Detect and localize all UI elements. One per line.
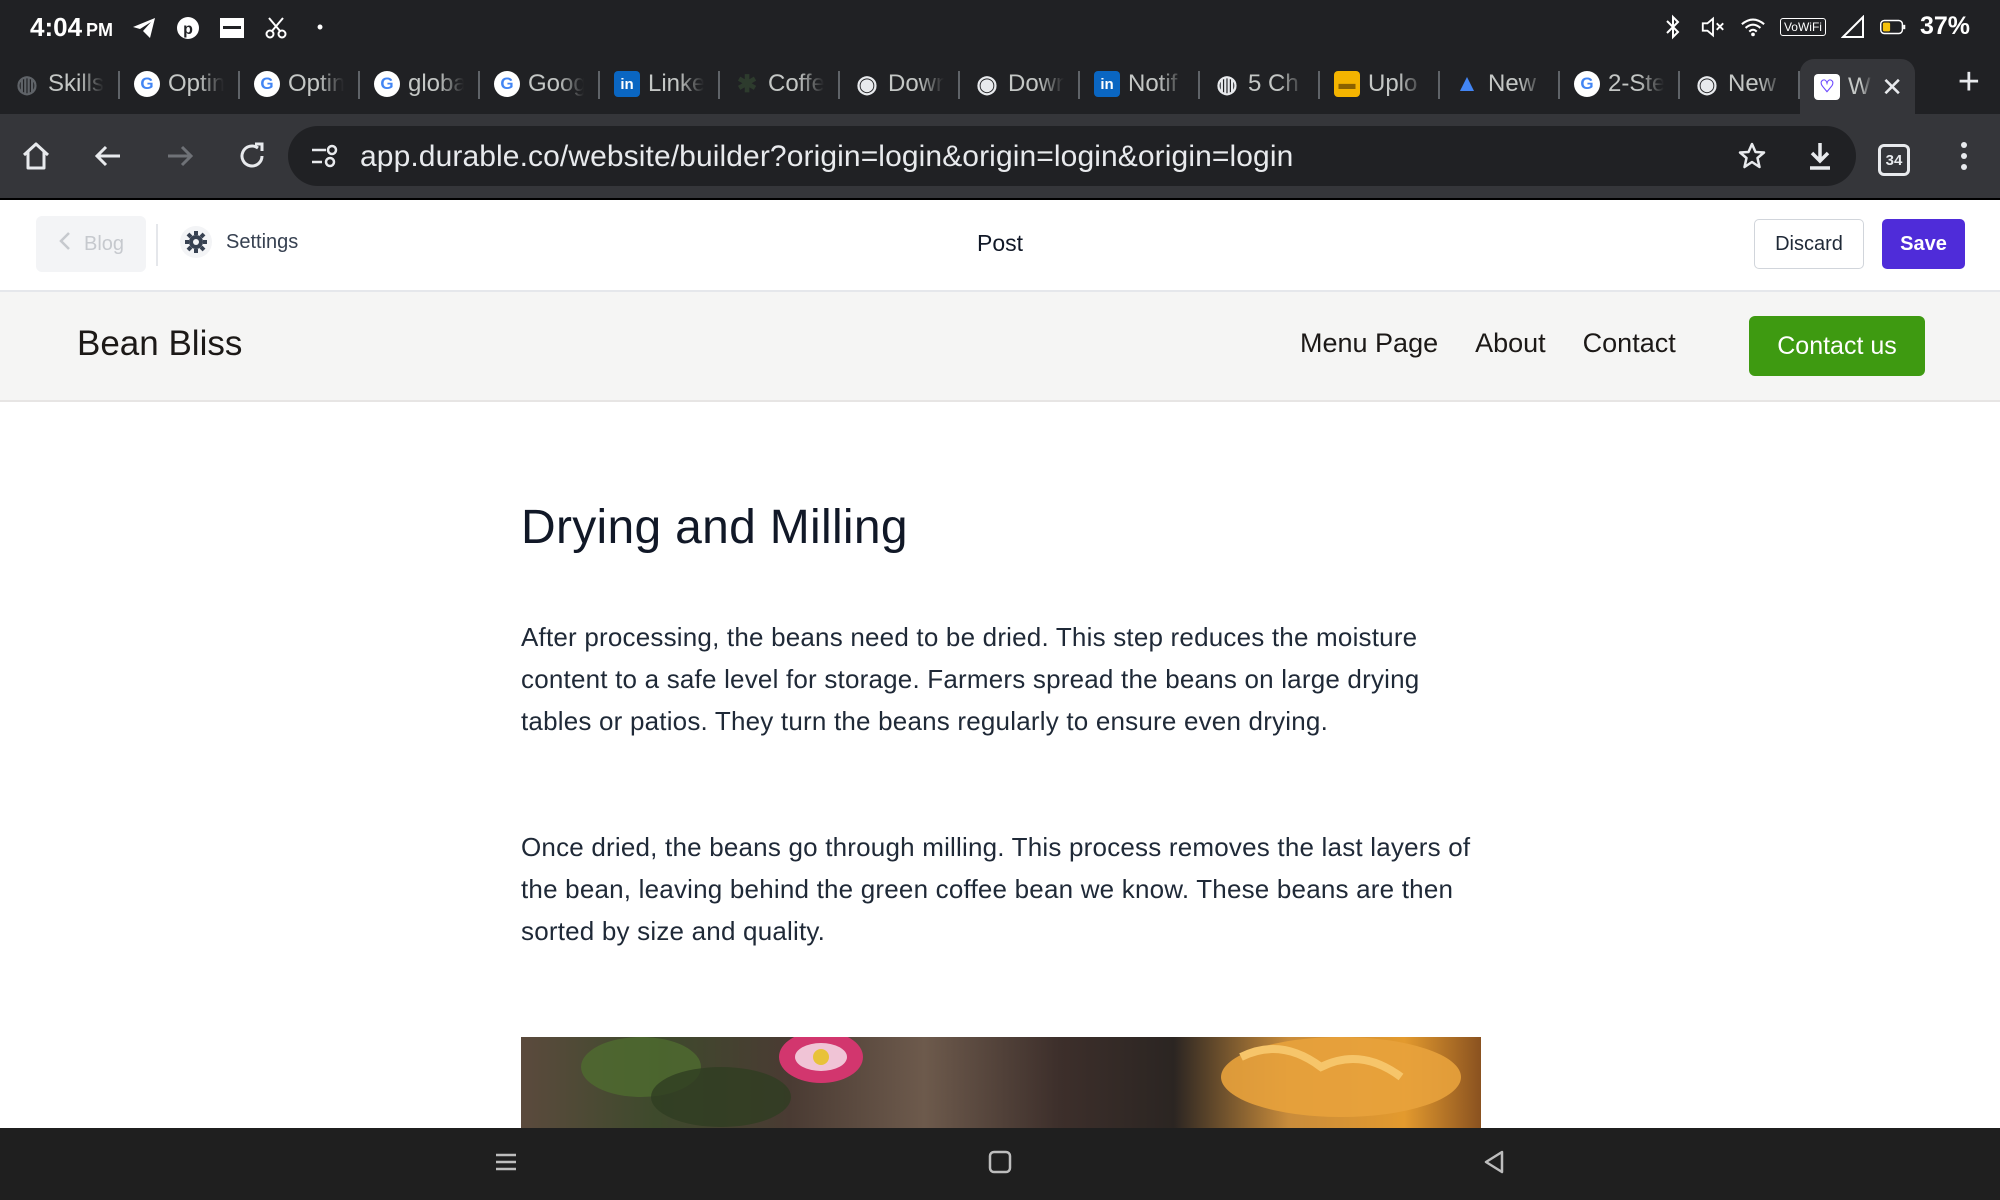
linkedin-icon: in <box>1094 71 1120 97</box>
tab-label: Notif <box>1128 70 1178 97</box>
google-icon: G <box>254 71 280 97</box>
tab-item[interactable]: in Notif <box>1080 57 1200 111</box>
tab-item[interactable]: ◉ New <box>1680 57 1800 111</box>
recents-icon[interactable] <box>494 1148 518 1182</box>
back-triangle-icon[interactable] <box>1482 1148 1506 1182</box>
tab-item[interactable]: ◉ Down <box>960 57 1080 111</box>
linkedin-icon: in <box>614 71 640 97</box>
tab-label: 2-Step <box>1608 70 1664 97</box>
vowifi-icon: VoWiFi <box>1779 17 1826 36</box>
nav-link-about[interactable]: About <box>1475 328 1546 359</box>
tab-active[interactable]: ♡ W ✕ <box>1800 59 1915 115</box>
tab-item[interactable]: ▲ New <box>1440 57 1560 111</box>
site-brand[interactable]: Bean Bliss <box>77 324 242 364</box>
post-image[interactable] <box>521 1037 1481 1129</box>
google-icon: G <box>134 71 160 97</box>
tab-strip: ◍SkillsGOptinGOptinGglobalGGoogleinLinke… <box>0 54 2000 115</box>
google-icon: G <box>374 71 400 97</box>
contact-us-button[interactable]: Contact us <box>1749 316 1925 376</box>
folder-icon: ▬ <box>1334 71 1360 97</box>
back-arrow-icon[interactable] <box>84 132 132 180</box>
post-title[interactable]: Drying and Milling <box>521 500 1481 555</box>
tab-item[interactable]: Gglobal <box>360 57 480 111</box>
tab-label: Down <box>888 70 944 97</box>
page-type-label: Post <box>976 230 1024 256</box>
chrome-icon: ◉ <box>1696 70 1718 98</box>
tab-label: Linked <box>648 70 704 97</box>
forward-arrow-icon[interactable] <box>156 132 204 180</box>
overflow-menu-icon[interactable] <box>1940 132 1988 180</box>
globe-dark-icon: ◍ <box>16 70 38 98</box>
close-tab-icon[interactable]: ✕ <box>1881 72 1903 103</box>
clock: 4:04 PM <box>30 12 114 42</box>
globe-icon: ◍ <box>1216 70 1238 98</box>
post-paragraph[interactable]: After processing, the beans need to be d… <box>521 616 1481 742</box>
tab-label: Optin <box>168 70 224 97</box>
system-nav-bar <box>0 1128 2000 1200</box>
tab-label: Coffee <box>768 70 824 97</box>
google-icon: G <box>1574 71 1600 97</box>
bluetooth-icon <box>1660 14 1686 40</box>
tab-label: Down <box>1008 70 1064 97</box>
home-icon[interactable] <box>12 132 60 180</box>
tab-item[interactable]: ◍ 5 Ch <box>1200 57 1320 111</box>
post-paragraph[interactable]: Once dried, the beans go through milling… <box>521 826 1481 952</box>
bookmark-star-icon[interactable] <box>1728 132 1776 180</box>
telegram-icon <box>131 15 157 41</box>
tab-label: 5 Ch <box>1248 70 1299 97</box>
site-settings-icon[interactable] <box>310 142 340 170</box>
tab-label: W <box>1848 73 1871 100</box>
tab-label: Uplo <box>1368 70 1418 97</box>
tab-label: Skills <box>48 70 104 97</box>
tab-switcher-button[interactable]: 34 <box>1878 144 1910 176</box>
builder-top-bar: Blog Settings Post Discard Save <box>0 200 2000 292</box>
address-bar[interactable]: app.durable.co/website/builder?origin=lo… <box>288 126 1856 186</box>
svg-text:p: p <box>183 21 193 38</box>
app-badge-icon <box>219 15 245 41</box>
download-icon[interactable] <box>1796 132 1844 180</box>
tab-label: New <box>1488 70 1537 97</box>
tab-item[interactable]: G Google <box>480 57 600 111</box>
blog-post-content: Drying and Milling After processing, the… <box>521 500 1481 946</box>
site-header: Bean Bliss Menu Page About Contact Conta… <box>0 292 2000 402</box>
tab-item[interactable]: ◉ Down <box>840 57 960 111</box>
browser-toolbar: app.durable.co/website/builder?origin=lo… <box>0 114 2000 200</box>
mute-icon <box>1700 14 1726 40</box>
tab-label: global <box>408 70 464 97</box>
chrome-icon: ◉ <box>976 70 998 98</box>
coffee-leaf-icon: ✱ <box>736 70 758 98</box>
url-text[interactable]: app.durable.co/website/builder?origin=lo… <box>360 140 1293 174</box>
durable-icon: ♡ <box>1814 74 1840 100</box>
tab-item[interactable]: G Optin <box>240 57 360 111</box>
tab-label: Optin <box>288 70 344 97</box>
tab-item[interactable]: G Optin <box>120 57 240 111</box>
chrome-icon: ◉ <box>856 70 878 98</box>
signal-icon <box>1840 14 1866 40</box>
pinterest-icon: p <box>175 15 201 41</box>
battery-level: 37% <box>1919 12 1970 40</box>
tab-label: New <box>1728 70 1777 97</box>
nav-link-contact[interactable]: Contact <box>1583 328 1676 359</box>
tab-item[interactable]: ▬ Uplo <box>1320 57 1440 111</box>
nav-link-menu-page[interactable]: Menu Page <box>1300 328 1438 359</box>
google-icon: G <box>494 71 520 97</box>
tab-label: Google <box>528 70 584 97</box>
new-tab-button[interactable]: + <box>1958 62 1980 102</box>
home-button-icon[interactable] <box>988 1148 1012 1182</box>
tab-item[interactable]: G 2-Step <box>1560 57 1680 111</box>
wifi-icon <box>1740 14 1766 40</box>
status-bar: 4:04 PM p • VoWiFi 37% <box>0 0 2000 54</box>
save-button[interactable]: Save <box>1882 219 1965 269</box>
reload-icon[interactable] <box>228 132 276 180</box>
tab-item[interactable]: in Linked <box>600 57 720 111</box>
discard-button[interactable]: Discard <box>1754 219 1864 269</box>
tab-item[interactable]: ◍ Skills <box>0 57 120 111</box>
dot-icon: • <box>316 17 324 37</box>
battery-icon <box>1879 14 1906 40</box>
scissors-icon <box>263 15 289 41</box>
google-ads-icon: ▲ <box>1455 70 1479 97</box>
site-nav: Menu Page About Contact <box>1300 328 1676 359</box>
tab-item[interactable]: ✱ Coffee <box>720 57 840 111</box>
